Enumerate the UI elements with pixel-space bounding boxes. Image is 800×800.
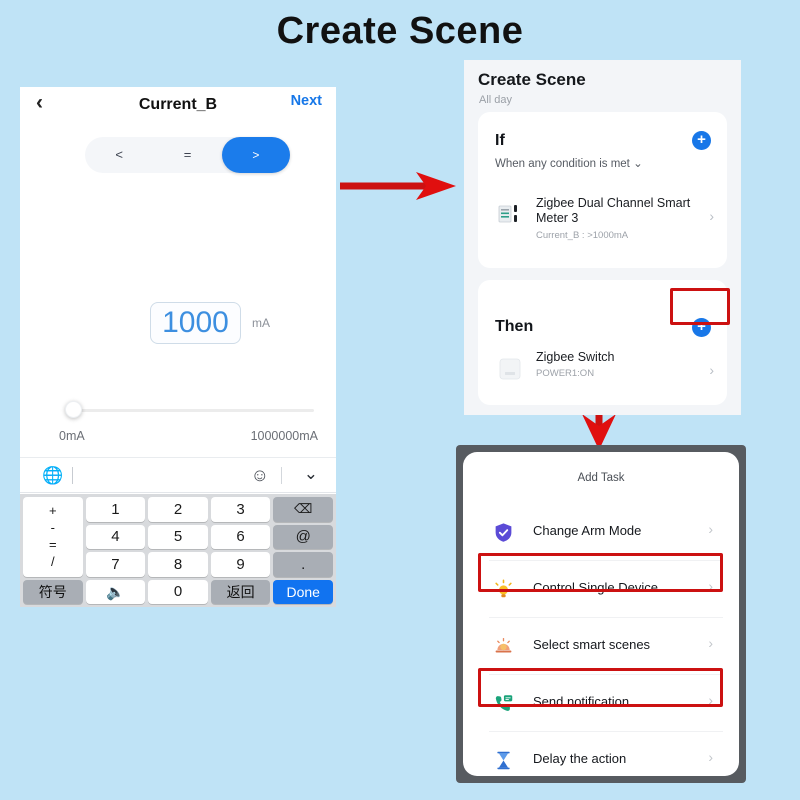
chevron-down-icon[interactable]: ⌄: [304, 464, 318, 484]
task-label-delay-the-action: Delay the action: [533, 751, 627, 766]
value-input-text: 1000: [162, 306, 229, 339]
chevron-right-icon[interactable]: ›: [708, 749, 713, 765]
chevron-right-icon[interactable]: ›: [708, 521, 713, 537]
if-condition-selector[interactable]: When any condition is met ⌄: [495, 156, 643, 170]
red-arrow-right-icon: [340, 172, 456, 200]
then-heading: Then: [495, 318, 534, 335]
key-9[interactable]: 9: [210, 552, 271, 577]
scene-panel-subtitle: All day: [479, 94, 513, 106]
chevron-right-icon[interactable]: ›: [709, 208, 714, 224]
key-at[interactable]: @: [273, 524, 333, 549]
current-slider-track[interactable]: [72, 409, 314, 412]
numeric-keyboard[interactable]: + - = / 1 2 3 ⌫ 4 5 6 @ 7 8 9 . 符号 🔈 0 返…: [20, 494, 336, 607]
comparator-option-greater-than[interactable]: >: [221, 137, 290, 173]
then-device-detail: POWER1:ON: [536, 368, 595, 379]
left-phone-navbar: ‹ Current_B Next: [20, 87, 336, 119]
key-return[interactable]: 返回: [210, 579, 271, 604]
comparator-option-less-than[interactable]: <: [85, 137, 153, 173]
key-symbols[interactable]: 符号: [23, 579, 83, 604]
if-card: If When any condition is met ⌄ + Zigbee …: [478, 112, 727, 268]
if-device-row[interactable]: Zigbee Dual Channel Smart Meter 3 Curren…: [478, 194, 727, 256]
keyboard-input-bar: 🌐 ☺ ⌄: [20, 457, 336, 493]
comparator-segmented-control[interactable]: < = >: [85, 137, 290, 173]
add-task-sheet: Add Task Change Arm Mode › Control Singl…: [463, 452, 739, 776]
emoji-smiley-icon[interactable]: ☺: [251, 465, 269, 486]
task-label-change-arm-mode: Change Arm Mode: [533, 523, 642, 538]
key-6[interactable]: 6: [210, 524, 271, 549]
shield-check-icon: [491, 520, 515, 544]
highlight-send-notification: [478, 668, 723, 707]
highlight-then-add-button: [670, 288, 730, 325]
key-done[interactable]: Done: [273, 579, 333, 604]
chevron-down-icon[interactable]: ⌄: [633, 158, 643, 170]
slider-min-label: 0mA: [59, 429, 85, 443]
globe-keyboard-icon[interactable]: 🌐: [42, 466, 63, 486]
microphone-space-icon[interactable]: 🔈: [85, 579, 146, 604]
sunrise-scene-icon: [491, 634, 515, 658]
if-device-detail: Current_B : >1000mA: [536, 230, 629, 241]
slider-max-label: 1000000mA: [250, 429, 318, 443]
divider: [281, 467, 282, 484]
smart-meter-icon: [498, 205, 517, 223]
key-7[interactable]: 7: [85, 552, 146, 577]
if-condition-label: When any condition is met: [495, 158, 630, 170]
value-input[interactable]: 1000: [150, 302, 241, 344]
chevron-right-icon[interactable]: ›: [708, 635, 713, 651]
current-slider-thumb[interactable]: [65, 401, 82, 418]
chevron-right-icon[interactable]: ›: [709, 362, 714, 378]
operators-key[interactable]: + - = /: [23, 497, 83, 577]
key-2[interactable]: 2: [148, 497, 208, 522]
then-device-row[interactable]: Zigbee Switch POWER1:ON ›: [478, 348, 727, 404]
key-5[interactable]: 5: [148, 524, 208, 549]
key-3[interactable]: 3: [210, 497, 271, 522]
operator-slash[interactable]: /: [51, 555, 55, 569]
task-label-select-smart-scenes: Select smart scenes: [533, 637, 651, 652]
key-4[interactable]: 4: [85, 524, 146, 549]
operator-equals[interactable]: =: [49, 538, 57, 552]
value-unit-label: mA: [252, 316, 270, 330]
text-caret: [72, 467, 73, 484]
if-device-name: Zigbee Dual Channel Smart Meter 3: [536, 196, 691, 225]
task-item-delay-the-action[interactable]: Delay the action ›: [463, 732, 739, 776]
operator-minus[interactable]: -: [51, 521, 55, 535]
key-dot[interactable]: .: [273, 552, 333, 577]
operator-plus[interactable]: +: [49, 504, 57, 518]
highlight-control-single-device: [478, 553, 723, 592]
next-button[interactable]: Next: [291, 93, 322, 109]
page-title-current-b: Current_B: [138, 96, 218, 113]
add-task-title: Add Task: [577, 472, 625, 484]
backspace-icon[interactable]: ⌫: [273, 497, 333, 522]
task-item-select-smart-scenes[interactable]: Select smart scenes ›: [463, 618, 739, 675]
hourglass-icon: [491, 748, 515, 772]
then-device-name: Zigbee Switch: [536, 350, 615, 364]
key-1[interactable]: 1: [85, 497, 146, 522]
create-scene-panel: Create Scene All day If When any conditi…: [464, 60, 741, 415]
key-8[interactable]: 8: [148, 552, 208, 577]
page-title: Create Scene: [276, 10, 524, 52]
scene-panel-title: Create Scene: [478, 70, 586, 89]
if-heading: If: [495, 132, 505, 149]
key-0[interactable]: 0: [148, 579, 208, 604]
left-phone-screen: ‹ Current_B Next < = > 1000 mA 0mA 10000…: [20, 87, 336, 607]
comparator-option-equal[interactable]: =: [153, 137, 221, 173]
if-add-button[interactable]: +: [692, 131, 711, 150]
add-task-phone-frame: Add Task Change Arm Mode › Control Singl…: [456, 445, 746, 783]
zigbee-switch-icon: [499, 358, 521, 380]
chevron-left-icon[interactable]: ‹: [36, 91, 43, 115]
